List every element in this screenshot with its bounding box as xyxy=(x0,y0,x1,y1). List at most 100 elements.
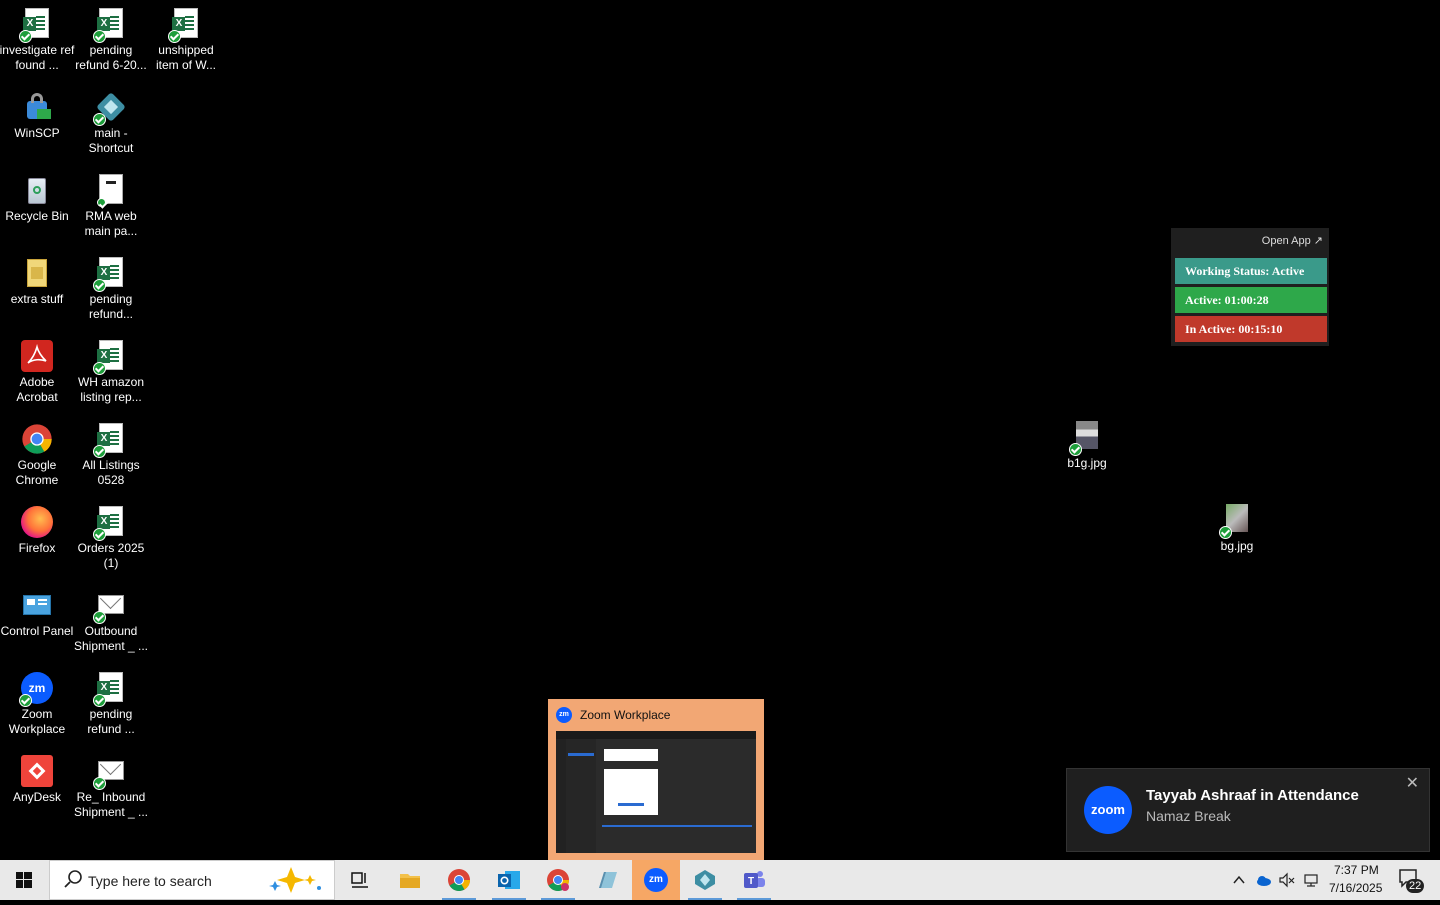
desktop-icon-investigate-ref-found[interactable]: investigate ref found ... xyxy=(0,8,76,73)
excel-file-icon xyxy=(168,8,202,43)
desktop-icon-adobe-acrobat[interactable]: Adobe Acrobat xyxy=(0,340,76,405)
desktop-icon-label: Google Chrome xyxy=(15,458,59,487)
onedrive-icon[interactable] xyxy=(1255,872,1271,888)
taskbar-chrome[interactable] xyxy=(436,860,482,900)
desktop-icon-google-chrome[interactable]: Google Chrome xyxy=(0,423,76,488)
desktop-icon-winscp[interactable]: WinSCP xyxy=(0,91,76,141)
desktop-icon-label: RMA web main pa... xyxy=(84,209,138,238)
desktop-icon-label: investigate ref found ... xyxy=(0,43,75,72)
outlook-icon xyxy=(498,871,520,889)
desktop-icon-all-listings-0528[interactable]: All Listings 0528 xyxy=(72,423,150,488)
chrome-profile-icon xyxy=(547,869,569,891)
desktop-icon-orders-2025-1[interactable]: Orders 2025 (1) xyxy=(72,506,150,571)
desktop-icon-label: Zoom Workplace xyxy=(8,707,66,736)
svg-text:T: T xyxy=(748,876,754,887)
desktop-icon-rma-web-main-pa[interactable]: RMA web main pa... xyxy=(72,174,150,239)
desktop-icon-label: b1g.jpg xyxy=(1067,456,1107,470)
desktop-icon-wh-amazon-listing-rep[interactable]: WH amazon listing rep... xyxy=(72,340,150,405)
open-app-link[interactable]: Open App ↗ xyxy=(1262,234,1323,247)
notification-body: Namaz Break xyxy=(1146,808,1231,824)
close-icon[interactable]: ✕ xyxy=(1406,773,1419,793)
inactive-time-bar: In Active: 00:15:10 xyxy=(1175,316,1327,342)
zoom-icon: zm xyxy=(556,707,572,723)
zoom-icon: zm xyxy=(19,672,53,707)
desktop-icon-b1g-jpg[interactable]: b1g.jpg xyxy=(1048,421,1126,471)
zoom-icon: zm xyxy=(644,868,668,892)
desktop-icon-label: pending refund... xyxy=(88,292,134,321)
desktop-icon-recycle-bin[interactable]: Recycle Bin xyxy=(0,174,76,224)
taskbar-notepad[interactable] xyxy=(584,860,630,900)
shortcut-app-icon xyxy=(93,91,127,126)
active-time-bar: Active: 01:00:28 xyxy=(1175,287,1327,313)
desktop-icon-label: pending refund 6-20... xyxy=(75,43,147,72)
desktop-icon-label: WH amazon listing rep... xyxy=(77,375,145,404)
notepad-icon xyxy=(599,872,617,888)
chrome-icon xyxy=(448,869,470,891)
taskbar-teams[interactable]: T xyxy=(731,860,777,900)
desktop-icon-label: All Listings 0528 xyxy=(82,458,140,487)
desktop-icon-label: WinSCP xyxy=(14,126,60,140)
search-icon xyxy=(64,870,82,888)
taskbar-search-box[interactable]: Type here to search xyxy=(49,860,335,900)
clock-date[interactable]: 7/16/2025 xyxy=(1329,881,1382,895)
desktop-icon-label: main - Shortcut xyxy=(88,126,134,155)
excel-file-icon xyxy=(93,672,127,707)
folder-icon xyxy=(400,874,420,888)
windows-icon xyxy=(16,872,32,888)
web-file-icon xyxy=(95,174,127,207)
working-status-bar: Working Status: Active xyxy=(1175,258,1327,284)
desktop-icon-zoom-workplace[interactable]: zm Zoom Workplace xyxy=(0,672,76,737)
chrome-icon xyxy=(21,423,53,455)
copilot-sparkle-icon xyxy=(269,867,321,893)
desktop-icon-re-inbound-shipment[interactable]: Re_ Inbound Shipment _ ... xyxy=(72,755,150,820)
desktop-icon-label: Outbound Shipment _ ... xyxy=(73,624,149,653)
desktop-icon-label: Adobe Acrobat xyxy=(16,375,58,404)
taskbar-file-explorer[interactable] xyxy=(387,860,433,900)
desktop-icon-anydesk[interactable]: AnyDesk xyxy=(0,755,76,805)
teams-icon: T xyxy=(744,871,765,888)
taskbar-chrome-profile[interactable] xyxy=(535,860,581,900)
excel-file-icon xyxy=(93,506,127,541)
start-button[interactable] xyxy=(0,860,48,900)
taskbar-outlook[interactable] xyxy=(486,860,532,900)
notification-count-badge: 22 xyxy=(1406,879,1425,893)
preview-title: Zoom Workplace xyxy=(580,708,671,722)
desktop-icon-label: bg.jpg xyxy=(1220,539,1254,553)
desktop-icon-label: Recycle Bin xyxy=(5,209,69,223)
taskbar-zoom[interactable]: zm xyxy=(632,860,680,900)
chevron-up-icon[interactable] xyxy=(1231,872,1247,888)
excel-file-icon xyxy=(93,340,127,375)
zoom-notification[interactable]: zoom Tayyab Ashraaf in Attendance Namaz … xyxy=(1066,768,1430,852)
desktop-icon-label: AnyDesk xyxy=(12,790,62,804)
custom-app-icon xyxy=(695,870,715,890)
task-view-icon xyxy=(351,872,368,888)
taskbar-custom-app[interactable] xyxy=(682,860,728,900)
desktop-icon-pending-refund[interactable]: pending refund ... xyxy=(72,672,150,737)
image-file-icon xyxy=(1219,504,1253,539)
desktop-icon-label: unshipped item of W... xyxy=(155,43,216,72)
desktop-icon-bg-jpg[interactable]: bg.jpg xyxy=(1198,504,1276,554)
zoom-logo-icon: zoom xyxy=(1084,786,1132,834)
speaker-muted-icon[interactable] xyxy=(1279,872,1295,888)
taskbar-task-view[interactable] xyxy=(337,860,383,900)
folder-icon xyxy=(21,257,53,289)
action-center-button[interactable]: 22 xyxy=(1392,860,1432,900)
desktop-icon-pending-refund[interactable]: pending refund... xyxy=(72,257,150,322)
desktop-icon-control-panel[interactable]: Control Panel xyxy=(0,589,76,639)
desktop-icon-unshipped-item-of-w[interactable]: unshipped item of W... xyxy=(147,8,225,73)
preview-thumbnail[interactable] xyxy=(556,731,756,853)
excel-file-icon xyxy=(93,257,127,292)
desktop-icon-label: Control Panel xyxy=(0,624,74,638)
desktop-icon-outbound-shipment[interactable]: Outbound Shipment _ ... xyxy=(72,589,150,654)
desktop-icon-label: Re_ Inbound Shipment _ ... xyxy=(73,790,149,819)
desktop-icon-main-shortcut[interactable]: main - Shortcut xyxy=(72,91,150,156)
clock-time[interactable]: 7:37 PM xyxy=(1334,863,1379,877)
mail-file-icon xyxy=(93,755,127,790)
network-icon[interactable] xyxy=(1303,872,1319,888)
image-file-icon xyxy=(1069,421,1103,456)
desktop-icon-firefox[interactable]: Firefox xyxy=(0,506,76,556)
mail-file-icon xyxy=(93,589,127,624)
desktop-icon-pending-refund-6-20[interactable]: pending refund 6-20... xyxy=(72,8,150,73)
desktop-icon-extra-stuff[interactable]: extra stuff xyxy=(0,257,76,307)
zoom-taskbar-preview[interactable]: zm Zoom Workplace xyxy=(548,699,764,860)
